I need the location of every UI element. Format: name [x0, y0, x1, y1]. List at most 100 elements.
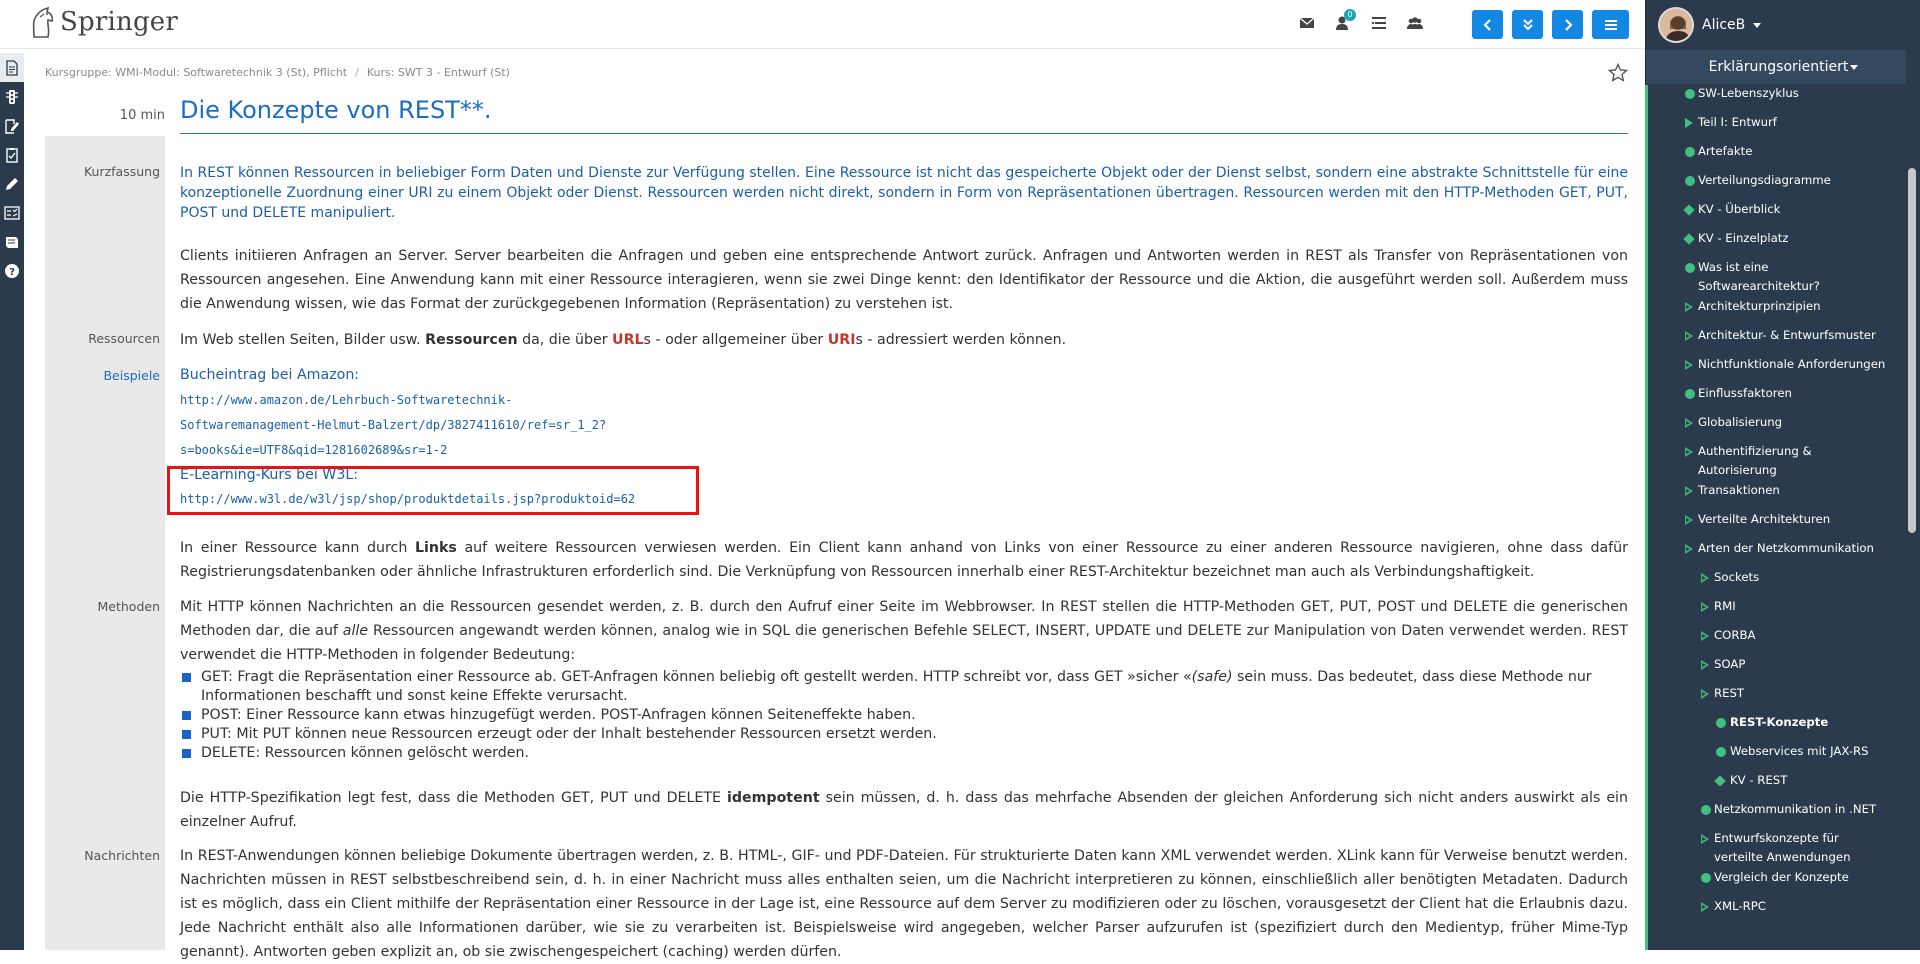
- sidebar-tree-item[interactable]: Webservices mit JAX-RS: [1648, 742, 1910, 771]
- edit-document-icon[interactable]: [0, 111, 24, 140]
- next-page-button[interactable]: [1552, 10, 1583, 39]
- list-icon[interactable]: [1370, 14, 1388, 32]
- traffic-light-icon[interactable]: [0, 82, 24, 111]
- circle-marker-icon: [1685, 389, 1695, 399]
- previous-page-button[interactable]: [1472, 10, 1503, 39]
- triangle-open-marker-icon: [1701, 631, 1709, 641]
- pencil-icon[interactable]: [0, 169, 24, 198]
- sidebar-scrollbar-thumb[interactable]: [1908, 168, 1916, 533]
- svg-text:?: ?: [9, 267, 15, 278]
- triangle-open-marker-icon: [1685, 486, 1693, 496]
- envelope-icon[interactable]: [1298, 14, 1316, 32]
- document-icon[interactable]: [0, 53, 24, 82]
- sidebar-tree-item[interactable]: KV - Einzelplatz: [1648, 229, 1910, 258]
- sidebar-tree-label: Arten der Netzkommunikation: [1698, 541, 1874, 555]
- sidebar-tree-item[interactable]: Architekturprinzipien: [1648, 297, 1910, 326]
- sidebar-tree-item[interactable]: KV - Überblick: [1648, 200, 1910, 229]
- clients-paragraph: Clients initiieren Anfragen an Server. S…: [180, 248, 1628, 312]
- sidebar-tree-item[interactable]: SOAP: [1648, 655, 1910, 684]
- checklist-icon[interactable]: [0, 140, 24, 169]
- circle-marker-icon: [1685, 263, 1695, 273]
- breadcrumb: Kursgruppe: WMI-Modul: Softwaretechnik 3…: [45, 66, 510, 79]
- chevron-down-icon: [1850, 64, 1859, 70]
- page-navigation: [1472, 10, 1629, 39]
- hamburger-icon: [1604, 19, 1617, 30]
- circle-marker-icon: [1716, 747, 1726, 757]
- diamond-marker-icon: [1683, 204, 1695, 216]
- label-beispiele: Beispiele: [103, 368, 160, 383]
- user-menu[interactable]: AliceB: [1658, 7, 1762, 43]
- sidebar-tree-item[interactable]: Netzkommunikation in .NET: [1648, 800, 1910, 829]
- expand-down-button[interactable]: [1512, 10, 1543, 39]
- course-tree: SW-Lebenszyklus Teil I: Entwurf Artefakte V…: [1648, 84, 1910, 926]
- top-icon-bar: 0: [1298, 9, 1424, 32]
- sidebar-tree-item[interactable]: Architektur- & Entwurfsmuster: [1648, 326, 1910, 355]
- sidebar-tree-label: Nichtfunktionale Anforderungen: [1698, 357, 1886, 371]
- sidebar-tree-item[interactable]: Sockets: [1648, 568, 1910, 597]
- example-amazon-url-line1[interactable]: http://www.amazon.de/Lehrbuch-Softwarete…: [180, 393, 512, 407]
- sidebar-tree-label: REST-Konzepte: [1730, 715, 1829, 729]
- sidebar-tree-item[interactable]: Arten der Netzkommunikation: [1648, 539, 1910, 568]
- sidebar-tree-item[interactable]: KV - REST: [1648, 771, 1910, 800]
- mode-selector[interactable]: Erklärungsorientiert: [1646, 50, 1920, 84]
- sidebar-tree-item[interactable]: Transaktionen: [1648, 481, 1910, 510]
- sidebar-tree-label: verteilte Anwendungen: [1714, 850, 1851, 864]
- sidebar-tree-item[interactable]: XML-RPC: [1648, 897, 1910, 926]
- quiz-icon[interactable]: [0, 198, 24, 227]
- sidebar-tree-item[interactable]: Verteilte Architekturen: [1648, 510, 1910, 539]
- help-icon[interactable]: ?: [0, 256, 24, 285]
- sidebar-tree-item[interactable]: Nichtfunktionale Anforderungen: [1648, 355, 1910, 384]
- example-amazon-url-line3[interactable]: s=books&ie=UTF8&qid=1281602689&sr=1-2: [180, 443, 447, 457]
- sidebar-tree-item[interactable]: Authentifizierung & Autorisierung: [1648, 442, 1910, 481]
- example-amazon-url-line2[interactable]: Softwaremanagement-Helmut-Balzert/dp/382…: [180, 418, 606, 432]
- sidebar-tree-item[interactable]: Globalisierung: [1648, 413, 1910, 442]
- sidebar-tree-label: SW-Lebenszyklus: [1698, 86, 1799, 100]
- highlight-box: [167, 466, 699, 515]
- sidebar-tree-item[interactable]: REST-Konzepte: [1648, 713, 1910, 742]
- bullet-icon: [182, 673, 191, 682]
- label-ressourcen: Ressourcen: [88, 331, 160, 346]
- users-icon[interactable]: [1406, 14, 1424, 32]
- sidebar-tree-item[interactable]: SW-Lebenszyklus: [1648, 84, 1910, 113]
- triangle-open-marker-icon: [1685, 418, 1693, 428]
- sidebar-tree-label: Architekturprinzipien: [1698, 299, 1821, 313]
- sidebar-tree-item[interactable]: Einflussfaktoren: [1648, 384, 1910, 413]
- sidebar-tree-item[interactable]: Verteilungsdiagramme: [1648, 171, 1910, 200]
- list-item: POST: Einer Ressource kann etwas hinzuge…: [180, 706, 1628, 725]
- sidebar-tree-item[interactable]: Artefakte: [1648, 142, 1910, 171]
- label-kurzfassung: Kurzfassung: [83, 164, 160, 179]
- sidebar-tree-label: Verteilte Architekturen: [1698, 512, 1831, 526]
- triangle-open-marker-icon: [1685, 360, 1693, 370]
- menu-button[interactable]: [1592, 10, 1629, 39]
- circle-marker-icon: [1701, 873, 1711, 883]
- sidebar-tree-label: Verteilungsdiagramme: [1698, 173, 1831, 187]
- sidebar-tree-item[interactable]: Vergleich der Konzepte: [1648, 868, 1910, 897]
- breadcrumb-item-kurs[interactable]: Kurs: SWT 3 - Entwurf (St): [367, 66, 510, 79]
- triangle-open-marker-icon: [1685, 302, 1693, 312]
- circle-marker-icon: [1701, 805, 1711, 815]
- book-icon[interactable]: [0, 227, 24, 256]
- title-divider: [180, 133, 1628, 134]
- sidebar-tree-item[interactable]: CORBA: [1648, 626, 1910, 655]
- sidebar-tree-item[interactable]: RMI: [1648, 597, 1910, 626]
- idempotent-paragraph: Die HTTP-Spezifikation legt fest, dass d…: [180, 790, 1628, 830]
- triangle-open-marker-icon: [1701, 660, 1709, 670]
- star-icon[interactable]: [1608, 63, 1628, 83]
- bullet-icon: [182, 711, 191, 720]
- chevron-right-icon: [1564, 18, 1573, 31]
- springer-logo[interactable]: Springer: [28, 5, 178, 39]
- list-item: GET: Fragt die Repräsentation einer Ress…: [180, 668, 1628, 706]
- bell-icon[interactable]: 0: [1334, 9, 1356, 32]
- sidebar-tree-item[interactable]: Teil I: Entwurf: [1648, 113, 1910, 142]
- diamond-marker-icon: [1714, 775, 1726, 787]
- breadcrumb-item-kursgruppe[interactable]: Kursgruppe: WMI-Modul: Softwaretechnik 3…: [45, 66, 347, 79]
- sidebar-tree-label: Einflussfaktoren: [1698, 386, 1792, 400]
- left-tool-rail: ?: [0, 53, 24, 950]
- triangle-open-marker-icon: [1701, 902, 1709, 912]
- sidebar-tree-item[interactable]: Was ist eine Softwarearchitektur?: [1648, 258, 1910, 297]
- sidebar-tree-item[interactable]: Entwurfskonzepte für verteilte Anwendunge…: [1648, 829, 1910, 868]
- sidebar-tree-label: KV - REST: [1730, 773, 1788, 787]
- sidebar-tree-item[interactable]: REST: [1648, 684, 1910, 713]
- triangle-open-marker-icon: [1685, 447, 1693, 457]
- logo-text: Springer: [60, 7, 179, 37]
